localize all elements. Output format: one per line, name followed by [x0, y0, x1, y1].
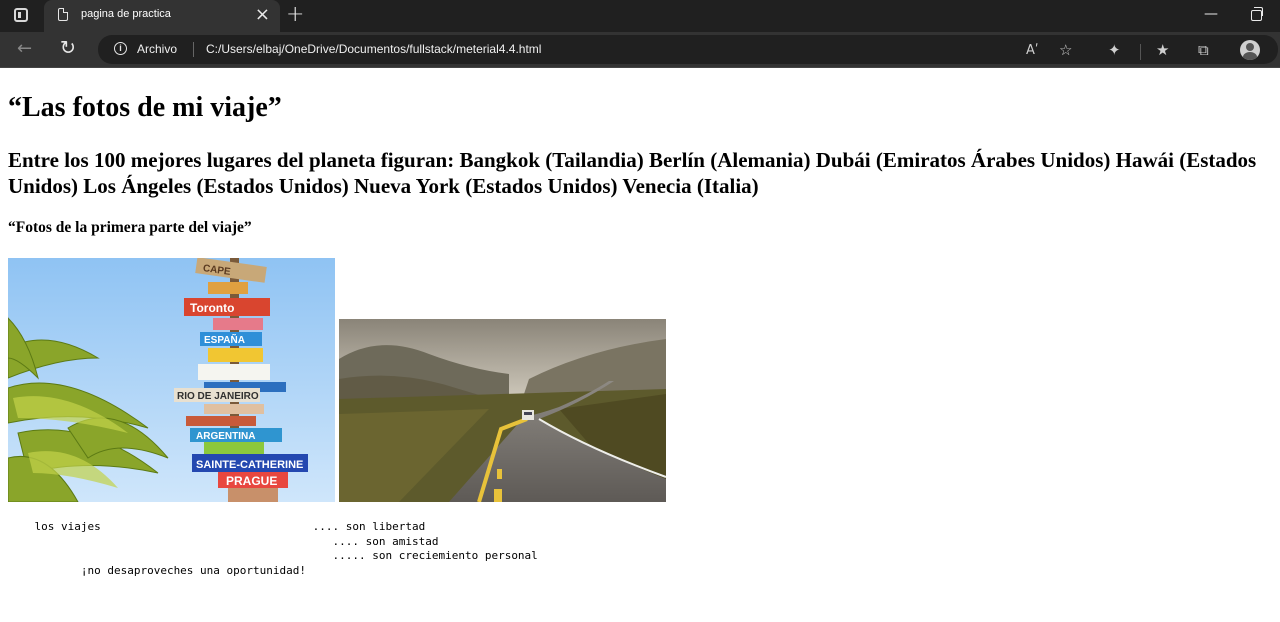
svg-text:ARGENTINA: ARGENTINA: [196, 431, 255, 442]
svg-text:PRAGUE: PRAGUE: [226, 474, 277, 488]
address-bar[interactable]: i Archivo C:/Users/elbaj/OneDrive/Docume…: [98, 35, 1278, 64]
url-text[interactable]: C:/Users/elbaj/OneDrive/Documentos/fulls…: [206, 42, 541, 56]
signpost-photo: CAPE Toronto ESPAÑA RIO DE JANEIRO ARGEN…: [8, 258, 335, 502]
back-arrow-icon[interactable]: ←: [17, 38, 32, 59]
read-aloud-icon[interactable]: Aʹ: [1026, 43, 1039, 58]
road-photo: [339, 319, 666, 502]
tab-active[interactable]: pagina de practica ×: [44, 0, 280, 32]
extensions-icon[interactable]: ✦: [1108, 41, 1121, 59]
add-favorite-icon[interactable]: ☆: [1059, 41, 1072, 59]
info-icon[interactable]: i: [114, 42, 127, 55]
new-tab-icon[interactable]: +: [286, 3, 304, 27]
address-divider: [193, 42, 194, 57]
tab-bar: pagina de practica × + —: [0, 0, 1280, 32]
browser-toolbar: ← ↻ i Archivo C:/Users/elbaj/OneDrive/Do…: [0, 32, 1280, 68]
pre-line: ..... son creciemiento personal: [8, 549, 538, 562]
favorites-icon[interactable]: ★: [1156, 41, 1169, 59]
toolbar-divider: [1140, 44, 1141, 60]
pre-line: .... son amistad: [8, 534, 439, 548]
places-heading: Entre los 100 mejores lugares del planet…: [8, 148, 1257, 198]
tab-title: pagina de practica: [81, 8, 171, 20]
reload-icon[interactable]: ↻: [60, 37, 76, 59]
site-info-label[interactable]: Archivo: [137, 42, 177, 56]
close-tab-icon[interactable]: ×: [255, 5, 270, 25]
svg-text:SAINTE-CATHERINE: SAINTE-CATHERINE: [196, 459, 303, 471]
restore-icon[interactable]: [1251, 7, 1263, 21]
svg-text:Toronto: Toronto: [190, 301, 234, 315]
minimize-icon[interactable]: —: [1204, 6, 1218, 22]
page-title: “Las fotos de mi viaje”: [8, 92, 282, 123]
svg-text:RIO DE JANEIRO: RIO DE JANEIRO: [177, 391, 259, 402]
tab-actions-icon[interactable]: [14, 8, 28, 22]
pre-line: ¡no desaproveches una oportunidad!: [8, 563, 307, 577]
page-content: “Las fotos de mi viaje” Entre los 100 me…: [0, 68, 1280, 622]
profile-avatar[interactable]: [1240, 40, 1260, 60]
page-icon: [58, 8, 68, 21]
preformatted-text: los viajes .... son libertad .... son am…: [8, 520, 538, 578]
section-title: “Fotos de la primera parte del viaje”: [8, 219, 252, 236]
svg-text:ESPAÑA: ESPAÑA: [204, 333, 245, 346]
collections-icon[interactable]: ⧉: [1198, 41, 1209, 59]
pre-line: los viajes .... son libertad: [8, 520, 426, 533]
